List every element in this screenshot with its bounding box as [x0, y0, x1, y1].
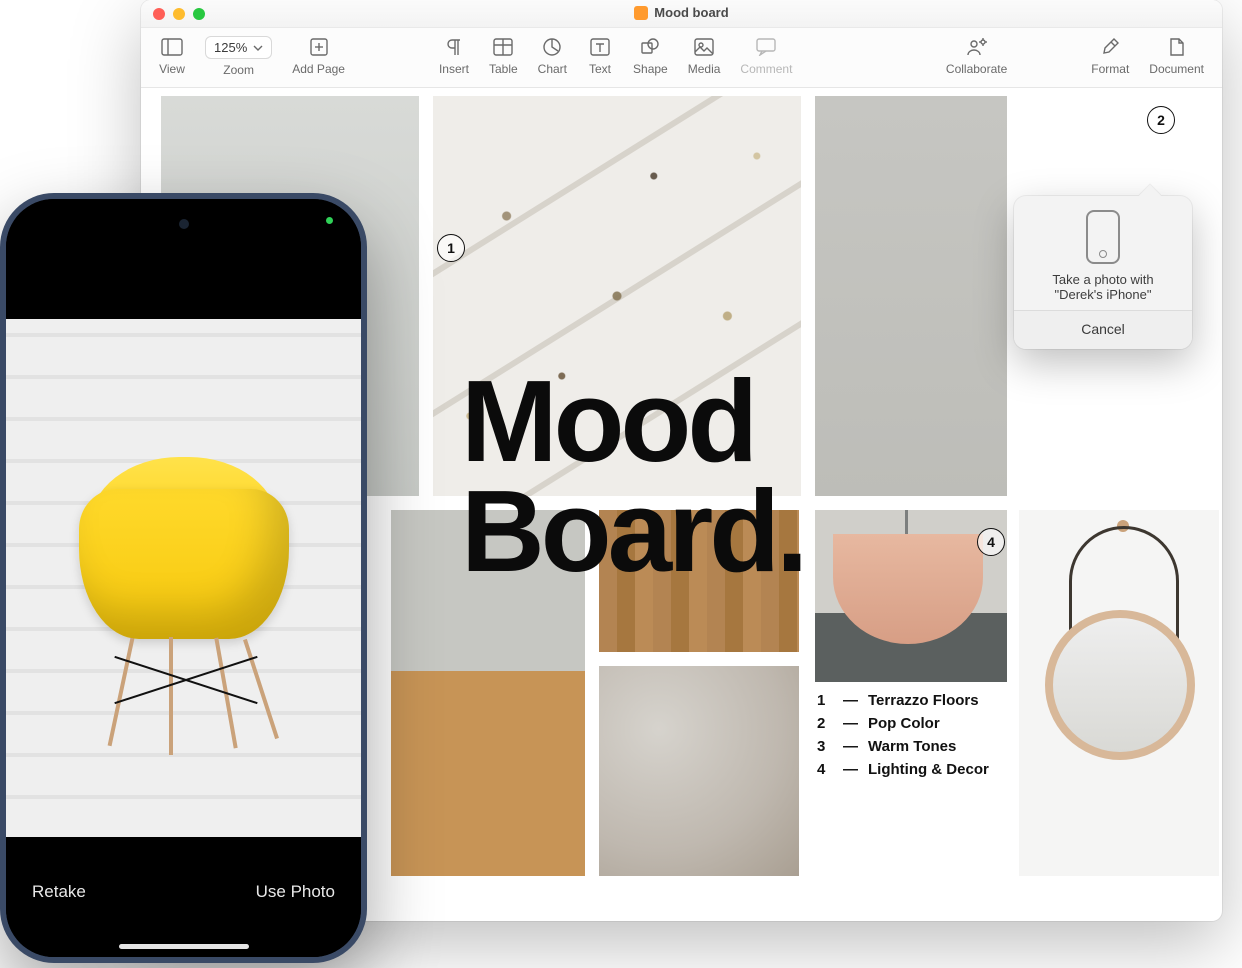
- titlebar[interactable]: Mood board: [141, 0, 1222, 28]
- legend-item: 3—Warm Tones: [817, 738, 989, 755]
- document-button[interactable]: Document: [1141, 34, 1212, 78]
- retake-button[interactable]: Retake: [32, 882, 86, 902]
- media-button[interactable]: Media: [680, 34, 729, 78]
- minimize-icon[interactable]: [173, 8, 185, 20]
- photo-subject: [59, 449, 309, 749]
- image-tile[interactable]: [815, 96, 1007, 496]
- cancel-button[interactable]: Cancel: [1014, 310, 1192, 349]
- camera-preview[interactable]: [6, 319, 361, 837]
- zoom-value: 125%: [214, 40, 247, 55]
- insert-button[interactable]: Insert: [431, 34, 477, 78]
- plus-page-icon: [306, 36, 332, 58]
- paragraph-icon: [441, 36, 467, 58]
- continuity-camera-popover: Take a photo with "Derek's iPhone" Cance…: [1014, 196, 1192, 349]
- use-photo-button[interactable]: Use Photo: [256, 882, 335, 902]
- document-icon: [1164, 36, 1190, 58]
- image-icon: [691, 36, 717, 58]
- format-button[interactable]: Format: [1083, 34, 1137, 78]
- chart-button[interactable]: Chart: [530, 34, 575, 78]
- zoom-dropdown[interactable]: 125%: [205, 36, 272, 59]
- camera-in-use-indicator-icon: [326, 217, 333, 224]
- title-line-2: Board.: [461, 476, 804, 586]
- toolbar: View 125% Zoom Add Page Insert: [141, 28, 1222, 88]
- table-icon: [490, 36, 516, 58]
- popover-text-line1: Take a photo with: [1026, 272, 1180, 287]
- table-button[interactable]: Table: [481, 34, 526, 78]
- legend-item: 4—Lighting & Decor: [817, 761, 989, 778]
- document-type-icon: [634, 6, 648, 20]
- window-title-text: Mood board: [654, 5, 728, 20]
- camera-capture-screen: Retake Use Photo: [6, 199, 361, 957]
- text-button[interactable]: Text: [579, 34, 621, 78]
- add-page-button[interactable]: Add Page: [284, 34, 353, 78]
- iphone-device: Retake Use Photo: [0, 193, 367, 963]
- text-box-icon: [587, 36, 613, 58]
- camera-bottom-bar: Retake Use Photo: [6, 837, 361, 957]
- callout-marker[interactable]: 2: [1147, 106, 1175, 134]
- pie-chart-icon: [539, 36, 565, 58]
- title-line-1: Mood: [461, 366, 804, 476]
- iphone-outline-icon: [1086, 210, 1120, 264]
- dynamic-island: [114, 209, 254, 239]
- close-icon[interactable]: [153, 8, 165, 20]
- paintbrush-icon: [1097, 36, 1123, 58]
- collaborate-icon: [964, 36, 990, 58]
- sidebar-icon: [159, 36, 185, 58]
- comment-icon: [753, 36, 779, 58]
- popover-body: Take a photo with "Derek's iPhone": [1014, 196, 1192, 310]
- callout-marker[interactable]: 4: [977, 528, 1005, 556]
- home-indicator[interactable]: [119, 944, 249, 949]
- legend-item: 2—Pop Color: [817, 715, 989, 732]
- page-title[interactable]: Mood Board.: [461, 366, 804, 586]
- window-title: Mood board: [141, 5, 1222, 20]
- front-camera-icon: [179, 219, 189, 229]
- window-controls: [153, 8, 205, 20]
- comment-button: Comment: [732, 34, 800, 78]
- view-button[interactable]: View: [151, 34, 193, 78]
- zoom-icon[interactable]: [193, 8, 205, 20]
- shape-icon: [637, 36, 663, 58]
- legend-item: 1—Terrazzo Floors: [817, 692, 989, 709]
- zoom-control[interactable]: 125% Zoom: [197, 34, 280, 79]
- shape-button[interactable]: Shape: [625, 34, 676, 78]
- chevron-down-icon: [253, 43, 263, 53]
- image-tile[interactable]: [599, 666, 799, 876]
- popover-text-line2: "Derek's iPhone": [1026, 287, 1180, 302]
- legend-list: 1—Terrazzo Floors 2—Pop Color 3—Warm Ton…: [817, 692, 989, 784]
- image-tile[interactable]: [1019, 510, 1219, 876]
- callout-marker[interactable]: 1: [437, 234, 465, 262]
- collaborate-button[interactable]: Collaborate: [938, 34, 1015, 78]
